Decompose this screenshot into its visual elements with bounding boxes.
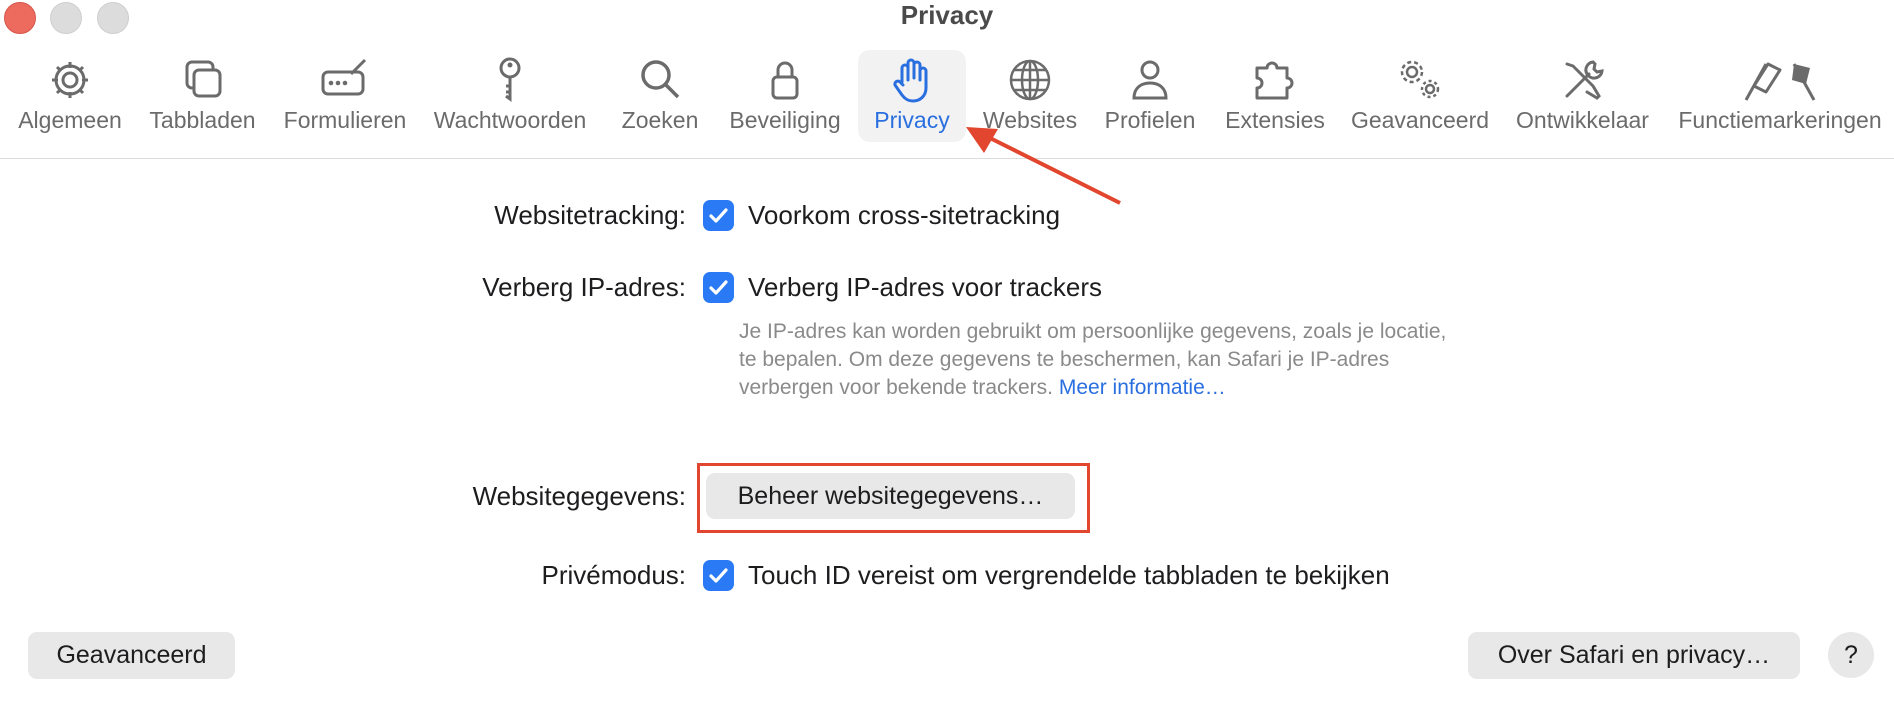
private-checkbox-label[interactable]: Touch ID vereist om vergrendelde tabblad… [748,560,1390,591]
tracking-label: Websitetracking: [494,200,686,230]
tab-extensions[interactable]: Extensies [1215,50,1335,142]
checkmark-icon [709,208,728,223]
tab-security[interactable]: Beveiliging [720,50,850,142]
hide-ip-label: Verberg IP-adres: [482,272,686,302]
tab-label: Formulieren [283,107,407,133]
tab-label: Privacy [874,107,950,133]
tab-label: Ontwikkelaar [1516,107,1649,133]
tab-privacy[interactable]: Privacy [858,50,966,142]
tabs-icon [179,56,227,104]
toolbar: Privacy Algemeen Tabbladen Formulieren W… [0,0,1894,159]
tab-autofill[interactable]: Formulieren [275,50,415,142]
window-title: Privacy [900,0,994,30]
tracking-checkbox-label[interactable]: Voorkom cross-sitetracking [748,200,1060,231]
private-label: Privémodus: [541,560,687,590]
pen-field-icon [321,56,369,104]
tab-label: Algemeen [18,107,122,133]
lock-icon [761,56,809,104]
magnifier-icon [636,56,684,104]
more-info-link[interactable]: Meer informatie… [1059,376,1226,399]
tab-general[interactable]: Algemeen [10,50,130,142]
tab-advanced[interactable]: Geavanceerd [1345,50,1495,142]
gears-icon [1396,56,1444,104]
tools-icon [1559,56,1607,104]
tab-search[interactable]: Zoeken [610,50,710,142]
tab-passwords[interactable]: Wachtwoorden [425,50,595,142]
tab-label: Extensies [1225,107,1325,133]
tab-label: Wachtwoorden [433,107,587,133]
tab-feature-flags[interactable]: Functiemarkeringen [1670,50,1890,142]
tab-tabs[interactable]: Tabbladen [140,50,265,142]
checkmark-icon [709,280,728,295]
hide-ip-checkbox-label[interactable]: Verberg IP-adres voor trackers [748,272,1102,303]
tab-label: Geavanceerd [1350,107,1490,133]
key-icon [486,56,534,104]
globe-icon [1006,56,1054,104]
help-button[interactable]: ? [1828,632,1874,678]
tab-label: Zoeken [621,107,699,133]
hand-icon [888,56,936,104]
flags-icon [1740,56,1820,104]
checkmark-icon [709,568,728,583]
website-data-label: Websitegegevens: [472,481,686,511]
manage-website-data-button[interactable]: Beheer websitegegevens… [706,473,1075,519]
person-icon [1126,56,1174,104]
tracking-checkbox[interactable] [703,200,734,231]
puzzle-icon [1251,56,1299,104]
tab-label: Beveiliging [729,107,841,133]
hide-ip-description: Je IP-adres kan worden gebruikt om perso… [739,318,1459,402]
private-checkbox[interactable] [703,560,734,591]
gear-icon [46,56,94,104]
about-safari-privacy-button[interactable]: Over Safari en privacy… [1468,632,1800,679]
hide-ip-checkbox[interactable] [703,272,734,303]
advanced-button[interactable]: Geavanceerd [28,632,235,679]
tab-label: Functiemarkeringen [1678,107,1882,133]
tab-label: Tabbladen [149,107,256,133]
tab-developer[interactable]: Ontwikkelaar [1505,50,1660,142]
